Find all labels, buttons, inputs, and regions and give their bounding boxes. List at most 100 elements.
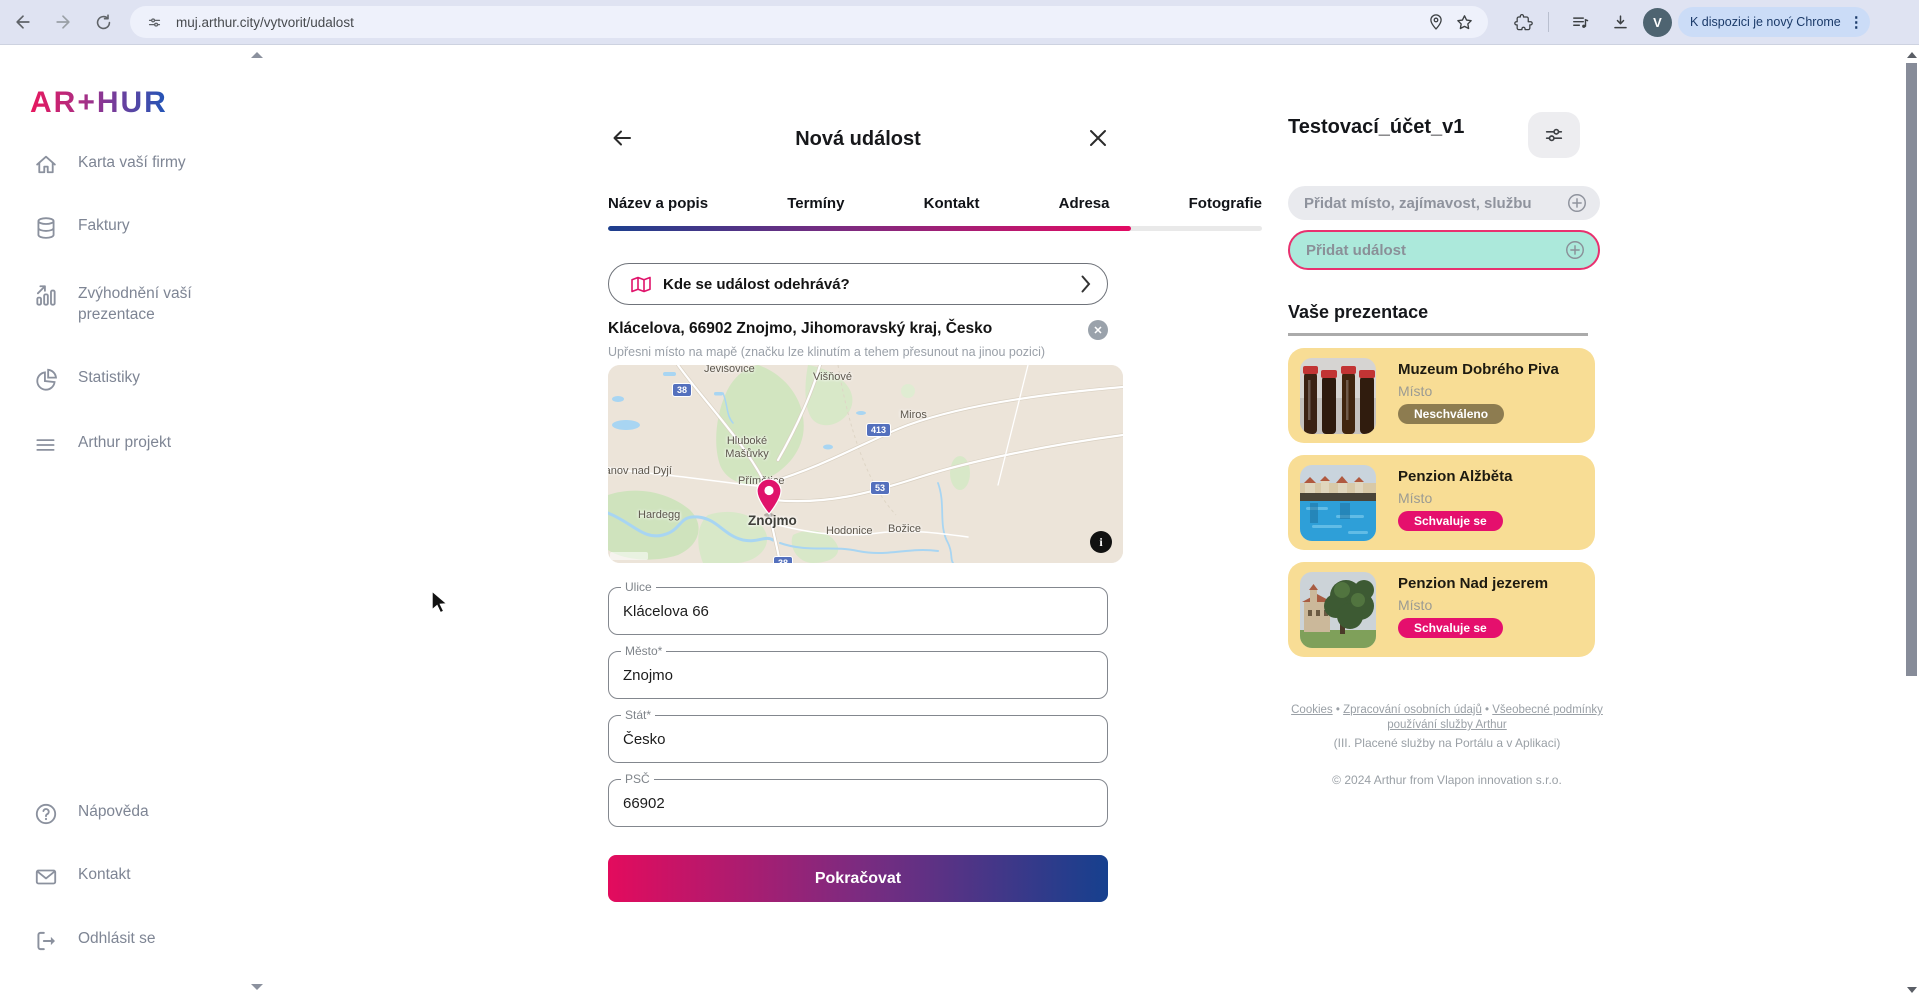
link-separator: • (1333, 704, 1343, 716)
tab-contact[interactable]: Kontakt (924, 195, 980, 212)
street-input[interactable] (623, 588, 1083, 634)
url-bar[interactable]: muj.arthur.city/vytvorit/udalost (176, 15, 1422, 30)
status-badge: Neschváleno (1398, 404, 1504, 424)
tab-name-description[interactable]: Název a popis (608, 195, 708, 212)
chrome-update-label: K dispozici je nový Chrome (1690, 15, 1841, 29)
home-icon (33, 152, 59, 178)
presentation-name: Muzeum Dobrého Piva (1398, 361, 1559, 378)
puzzle-icon (1514, 13, 1533, 32)
logout-icon (33, 928, 59, 954)
account-settings-button[interactable] (1528, 112, 1580, 158)
presentation-card[interactable]: Penzion Alžběta Místo Schvaluje se (1288, 455, 1595, 550)
tab-address[interactable]: Adresa (1059, 195, 1110, 212)
browser-menu-icon[interactable]: ⋮ (1849, 13, 1864, 31)
sidebar-item-company-card[interactable]: Karta vaší firmy (33, 152, 253, 178)
continue-button[interactable]: Pokračovat (608, 855, 1108, 902)
reload-button[interactable] (86, 5, 120, 39)
extensions-button[interactable] (1506, 5, 1540, 39)
bookmark-star-icon[interactable] (1450, 8, 1478, 36)
plus-circle-icon (1564, 239, 1586, 261)
map-town-label: Miros (900, 409, 927, 421)
map-town-label: Hluboké Mašůvky (716, 435, 778, 461)
invoices-stack-icon (33, 215, 59, 241)
profile-avatar[interactable]: V (1643, 8, 1672, 37)
sidebar-item-logout[interactable]: Odhlásit se (33, 928, 253, 954)
privacy-link[interactable]: Zpracování osobních údajů (1343, 704, 1482, 716)
account-panel: Testovací_účet_v1 Přidat místo, zajímavo… (1288, 110, 1606, 787)
modal-title: Nová událost (608, 128, 1108, 151)
status-badge: Schvaluje se (1398, 511, 1503, 531)
download-icon (1611, 13, 1630, 32)
street-field: Ulice (608, 587, 1108, 635)
map-info-button[interactable]: i (1090, 531, 1112, 553)
cookies-link[interactable]: Cookies (1291, 704, 1333, 716)
where-event-button[interactable]: Kde se událost odehrává? (608, 263, 1108, 305)
site-info-icon[interactable] (140, 8, 168, 36)
plus-circle-icon (1566, 192, 1588, 214)
map-town-label: Hardegg (638, 509, 680, 521)
presentation-card[interactable]: Muzeum Dobrého Piva Místo Neschváleno (1288, 348, 1595, 443)
city-field: Město* (608, 651, 1108, 699)
map-town-label: ranov nad Dyjí (608, 465, 672, 477)
sidebar-item-arthur-project[interactable]: Arthur projekt (33, 432, 253, 458)
add-event-button[interactable]: Přidat událost (1288, 230, 1600, 270)
sidebar-scroll-up-icon[interactable] (251, 52, 263, 58)
zip-input[interactable] (623, 780, 1083, 826)
country-input[interactable] (623, 716, 1083, 762)
tab-photos[interactable]: Fotografie (1189, 195, 1262, 212)
back-button[interactable] (6, 5, 40, 39)
sidebar-item-label: Zvýhodnění vaší prezentace (78, 283, 253, 325)
sidebar-item-label: Nápověda (78, 801, 149, 822)
address-hint: Upřesni místo na mapě (značku lze klinut… (608, 345, 1264, 359)
forward-button[interactable] (46, 5, 80, 39)
map-pin-icon[interactable] (756, 478, 782, 515)
back-icon (13, 12, 33, 32)
country-field: Stát* (608, 715, 1108, 763)
map-town-label: Jevišovice (704, 365, 755, 375)
link-separator: • (1482, 704, 1492, 716)
omnibox[interactable]: muj.arthur.city/vytvorit/udalost (130, 6, 1488, 38)
toolbar-actions: V K dispozici je nový Chrome ⋮ (1500, 5, 1880, 39)
sliders-icon (1543, 124, 1565, 146)
location-pin-icon[interactable] (1422, 8, 1450, 36)
tab-dates[interactable]: Termíny (787, 195, 844, 212)
presentation-type: Místo (1398, 597, 1432, 613)
add-place-button[interactable]: Přidat místo, zajímavost, službu (1288, 186, 1600, 220)
new-event-modal: Nová událost Název a popis Termíny Konta… (608, 118, 1264, 902)
sidebar-item-help[interactable]: Nápověda (33, 801, 253, 827)
map-town-label: Hodonice (826, 525, 872, 537)
sidebar-scroll-down-icon[interactable] (251, 984, 263, 990)
sidebar-item-label: Karta vaší firmy (78, 152, 186, 173)
zip-field: PSČ (608, 779, 1108, 827)
page-scrollbar[interactable] (1904, 46, 1919, 997)
selected-address-row: Klácelova, 66902 Znojmo, Jihomoravský kr… (608, 320, 1108, 340)
legal-note: (III. Placené služby na Portálu a v Apli… (1288, 736, 1606, 751)
sidebar-item-statistics[interactable]: Statistiky (33, 367, 253, 393)
downloads-button[interactable] (1603, 5, 1637, 39)
media-controls-button[interactable] (1563, 5, 1597, 39)
scrollbar-thumb[interactable] (1906, 63, 1917, 676)
road-number-badge: 38 (672, 383, 692, 397)
sidebar-item-contact[interactable]: Kontakt (33, 864, 253, 890)
presentations-divider (1288, 333, 1588, 336)
city-input[interactable] (623, 652, 1083, 698)
modal-header: Nová událost (608, 118, 1264, 162)
sidebar-item-invoices[interactable]: Faktury (33, 215, 253, 241)
presentation-name: Penzion Alžběta (1398, 468, 1512, 485)
playlist-icon (1571, 13, 1590, 32)
presentation-thumbnail-tree (1300, 572, 1376, 648)
clear-address-button[interactable]: ✕ (1088, 320, 1108, 340)
chart-growth-icon (33, 283, 59, 309)
map-canvas[interactable]: Jevišovice Višňové Miros Hluboké Mašůvky… (608, 365, 1123, 563)
chevron-right-icon (1081, 275, 1091, 293)
chrome-update-pill[interactable]: K dispozici je nový Chrome ⋮ (1678, 7, 1870, 37)
sidebar-item-label: Arthur projekt (78, 432, 171, 453)
scrollbar-up-icon[interactable] (1907, 52, 1917, 58)
sidebar-item-label: Kontakt (78, 864, 131, 885)
presentation-thumbnail-beer (1300, 358, 1376, 434)
sidebar-item-promote[interactable]: Zvýhodnění vaší prezentace (33, 283, 253, 325)
map-city-label: Znojmo (748, 513, 797, 528)
modal-close-button[interactable] (1086, 126, 1110, 150)
presentation-card[interactable]: Penzion Nad jezerem Místo Schvaluje se (1288, 562, 1595, 657)
scrollbar-down-icon[interactable] (1907, 987, 1917, 993)
